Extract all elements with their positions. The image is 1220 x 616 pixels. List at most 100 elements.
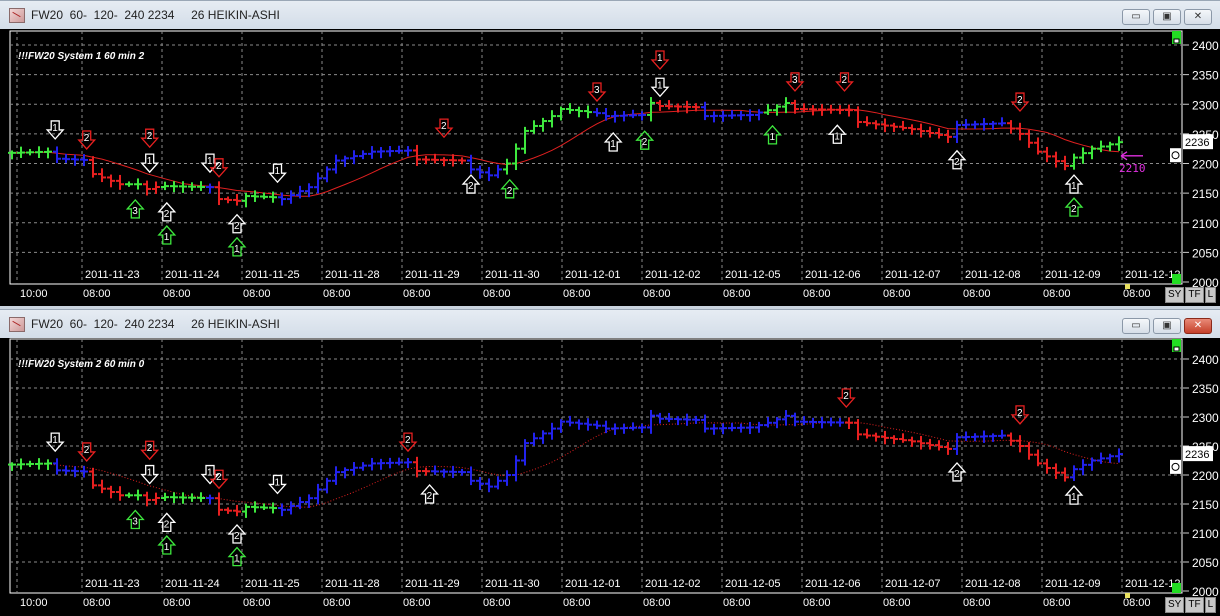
time-label: 08:00 (883, 288, 911, 300)
signal-label: 2 (427, 491, 433, 502)
signal-label: 2 (954, 469, 960, 480)
date-label: 2011-11-25 (245, 578, 300, 590)
time-label: 10:00 (20, 597, 48, 609)
price-chart[interactable]: 2400235023002250220021502100205020002011… (0, 29, 1220, 306)
time-label: 08:00 (83, 288, 111, 300)
y-tick-label: 2150 (1192, 498, 1219, 512)
close-button[interactable]: ✕ (1184, 318, 1212, 334)
time-label: 08:00 (163, 597, 191, 609)
date-label: 2011-11-23 (85, 578, 140, 590)
signal-label: 1 (52, 123, 58, 134)
signal-label: 2 (642, 137, 648, 148)
time-label: 08:00 (563, 288, 591, 300)
restore-button[interactable]: ▣ (1153, 9, 1181, 25)
y-tick-label: 2100 (1192, 217, 1219, 231)
signal-label: 2 (216, 472, 222, 483)
y-tick-label: 2350 (1192, 69, 1219, 83)
time-label: 08:00 (803, 288, 831, 300)
system-label: !!!FW20 System 2 60 min 0 (18, 359, 145, 370)
window-title: FW20 60- 120- 240 2234 26 HEIKIN-ASHI (31, 8, 280, 22)
signal-label: 1 (234, 554, 240, 565)
date-label: 2011-11-28 (325, 269, 380, 281)
signal-label: 2 (1071, 204, 1077, 215)
minimize-button[interactable]: ▭ (1122, 318, 1150, 334)
signal-label: 2 (1017, 408, 1023, 419)
signal-label: 2 (507, 186, 513, 197)
signal-label: 1 (657, 80, 663, 91)
time-label: 08:00 (563, 597, 591, 609)
signal-label: 3 (594, 85, 600, 96)
chart-app-icon (9, 316, 25, 332)
scroll-bottom-marker (1172, 583, 1181, 593)
signal-label: 2 (234, 221, 240, 232)
date-label: 2011-12-05 (725, 269, 780, 281)
y-tick-label: 2300 (1192, 98, 1219, 112)
signal-label: 1 (275, 166, 281, 177)
date-label: 2011-12-07 (885, 578, 940, 590)
time-label: 08:00 (1043, 288, 1071, 300)
date-label: 2011-12-08 (965, 269, 1020, 281)
sy-button[interactable]: SY (1165, 287, 1185, 303)
current-time-marker (1125, 593, 1130, 598)
time-label: 08:00 (83, 597, 111, 609)
date-label: 2011-12-06 (805, 578, 860, 590)
price-chart[interactable]: 2400235023002250220021502100205020002011… (0, 337, 1220, 615)
signal-label: 2 (843, 391, 849, 402)
minimize-button[interactable]: ▭ (1122, 9, 1150, 25)
tf-button[interactable]: TF (1185, 287, 1204, 303)
date-label: 2011-12-09 (1045, 269, 1100, 281)
date-label: 2011-11-29 (405, 269, 460, 281)
signal-label: 2 (234, 531, 240, 542)
tf-button[interactable]: TF (1185, 597, 1204, 613)
last-price-label: 2236 (1185, 449, 1209, 461)
date-label: 2011-12-05 (725, 578, 780, 590)
signal-label: 2 (468, 181, 474, 192)
date-label: 2011-11-24 (165, 269, 220, 281)
signal-label: 2 (441, 121, 447, 132)
y-tick-label: 2100 (1192, 527, 1219, 541)
date-label: 2011-12-01 (565, 269, 620, 281)
signal-label: 1 (164, 542, 170, 553)
signal-label: 2 (84, 445, 90, 456)
plot-area (9, 338, 1183, 594)
date-label: 2011-12-07 (885, 269, 940, 281)
time-label: 08:00 (323, 288, 351, 300)
signal-label: 2 (164, 519, 170, 530)
title-bar: FW20 60- 120- 240 2234 26 HEIKIN-ASHI ▭ … (0, 1, 1220, 29)
y-tick-label: 2200 (1192, 469, 1219, 483)
scroll-bottom-marker (1172, 274, 1181, 284)
time-label: 08:00 (483, 597, 511, 609)
signal-label: 1 (1071, 492, 1077, 503)
y-tick-label: 2150 (1192, 187, 1219, 201)
signal-label: 2 (164, 209, 170, 220)
current-time-marker (1125, 284, 1130, 289)
last-price-label: 2236 (1185, 137, 1209, 149)
time-label: 08:00 (243, 288, 271, 300)
signal-label: 1 (770, 132, 776, 143)
close-button[interactable]: ✕ (1184, 9, 1212, 25)
date-label: 2011-11-23 (85, 269, 140, 281)
signal-label: 1 (834, 131, 840, 142)
date-label: 2011-12-01 (565, 578, 620, 590)
signal-label: 3 (132, 206, 138, 217)
time-label: 08:00 (963, 597, 991, 609)
time-label: 08:00 (643, 597, 671, 609)
date-label: 2011-12-09 (1045, 578, 1100, 590)
l-button[interactable]: L (1204, 287, 1217, 303)
signal-label: 1 (1071, 181, 1077, 192)
date-label: 2011-11-25 (245, 269, 300, 281)
sy-button[interactable]: SY (1165, 597, 1185, 613)
date-label: 2011-11-28 (325, 578, 380, 590)
restore-button[interactable]: ▣ (1153, 318, 1181, 334)
time-label: 08:00 (1123, 597, 1151, 609)
time-label: 08:00 (1043, 597, 1071, 609)
signal-label: 2 (1017, 95, 1023, 106)
signal-label: 3 (132, 517, 138, 528)
time-label: 08:00 (163, 288, 191, 300)
time-label: 08:00 (403, 288, 431, 300)
y-tick-label: 2200 (1192, 158, 1219, 172)
signal-label: 1 (275, 477, 281, 488)
time-label: 10:00 (20, 288, 48, 300)
l-button[interactable]: L (1204, 597, 1217, 613)
time-label: 08:00 (1123, 288, 1151, 300)
